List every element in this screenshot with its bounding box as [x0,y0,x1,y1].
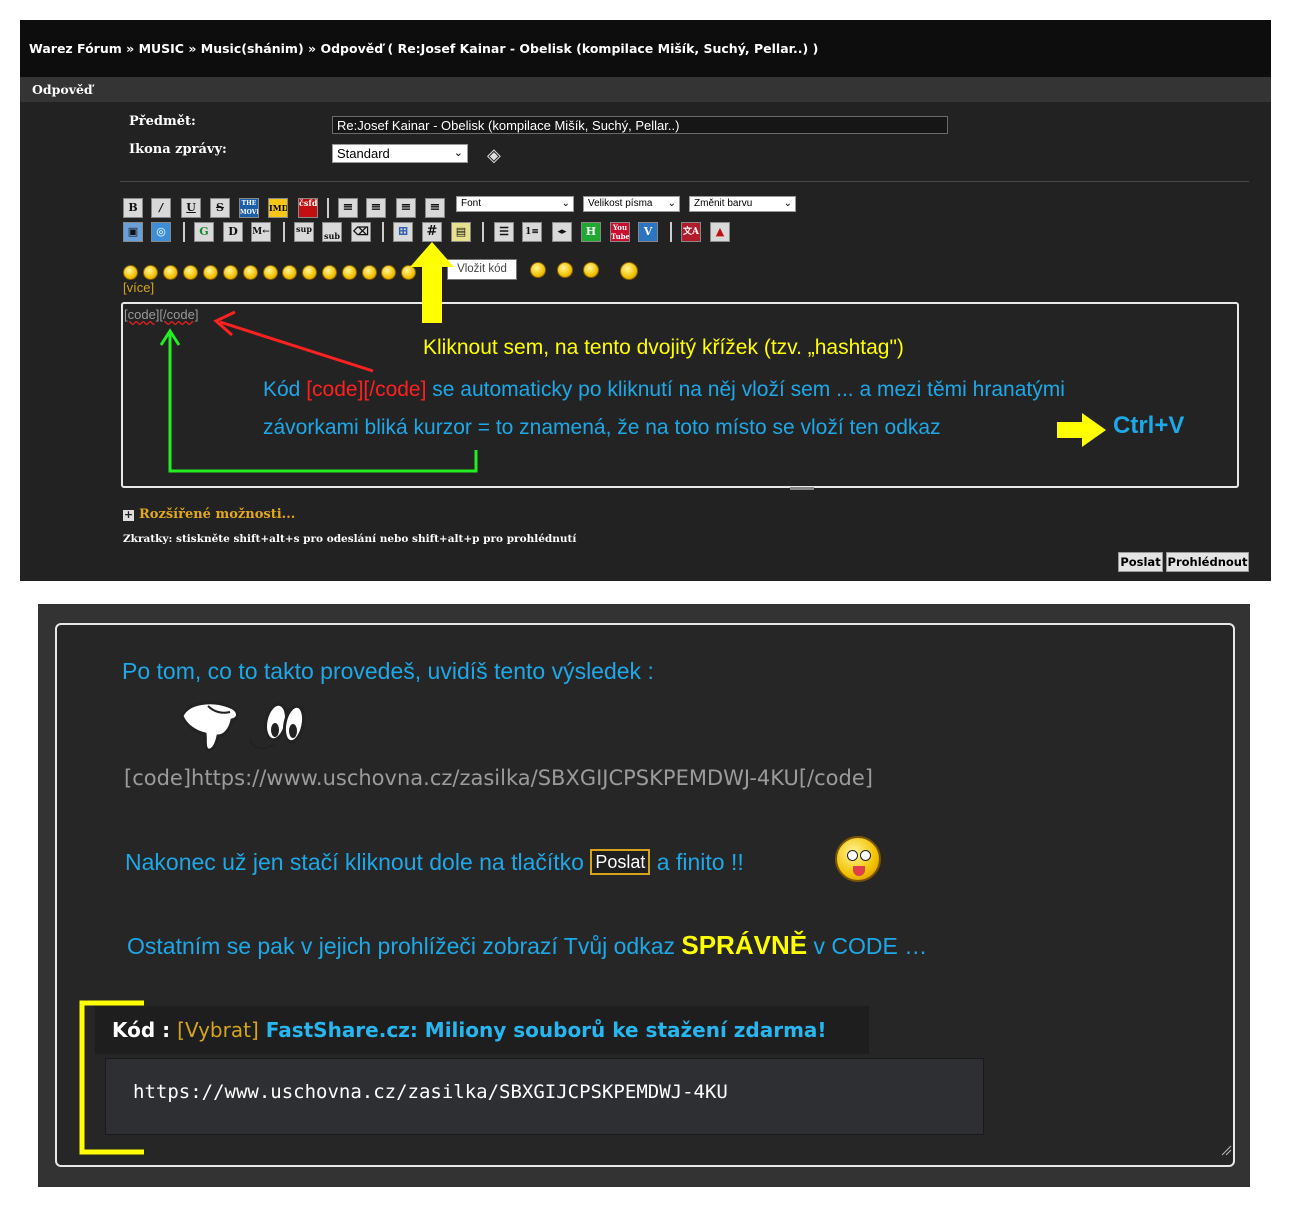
plus-icon: + [123,508,134,521]
advanced-options-label: Rozšířené možnosti... [139,507,296,522]
yellow-right-arrow-icon [1057,413,1106,447]
preview-button[interactable]: Prohlédnout [1166,552,1249,572]
send-button[interactable]: Poslat [1118,552,1163,572]
annotation-arrows [159,242,1106,473]
result-panel: Po tom, co to takto provedeš, uvidíš ten… [38,604,1250,1187]
red-arrow-icon [219,320,374,373]
annotation-line-2: závorkami bliká kurzor = to znamená, že … [263,416,941,439]
advanced-options-toggle[interactable]: + Rozšířené možnosti... [123,507,295,522]
annotation-kod: Kód [263,378,307,401]
annotation-code-tag: [code][/code] [306,378,427,401]
shortcuts-hint: Zkratky: stiskněte shift+alt+s pro odesl… [123,533,577,545]
annotation-line-1: Kód [code][/code] se automaticky po klik… [263,378,1065,402]
yellow-bracket-icon [79,1000,1232,1156]
annotation-shortcut: Ctrl+V [1113,412,1185,439]
yellow-arrow-icon [410,242,454,323]
annotation-click-here: Kliknout sem, na tento dvojitý křížek (t… [423,336,904,359]
annotation-line-1-rest: se automaticky po kliknutí na něj vloží … [426,378,1065,401]
reply-panel: Warez Fórum » MUSIC » Music(shánim) » Od… [20,20,1271,581]
